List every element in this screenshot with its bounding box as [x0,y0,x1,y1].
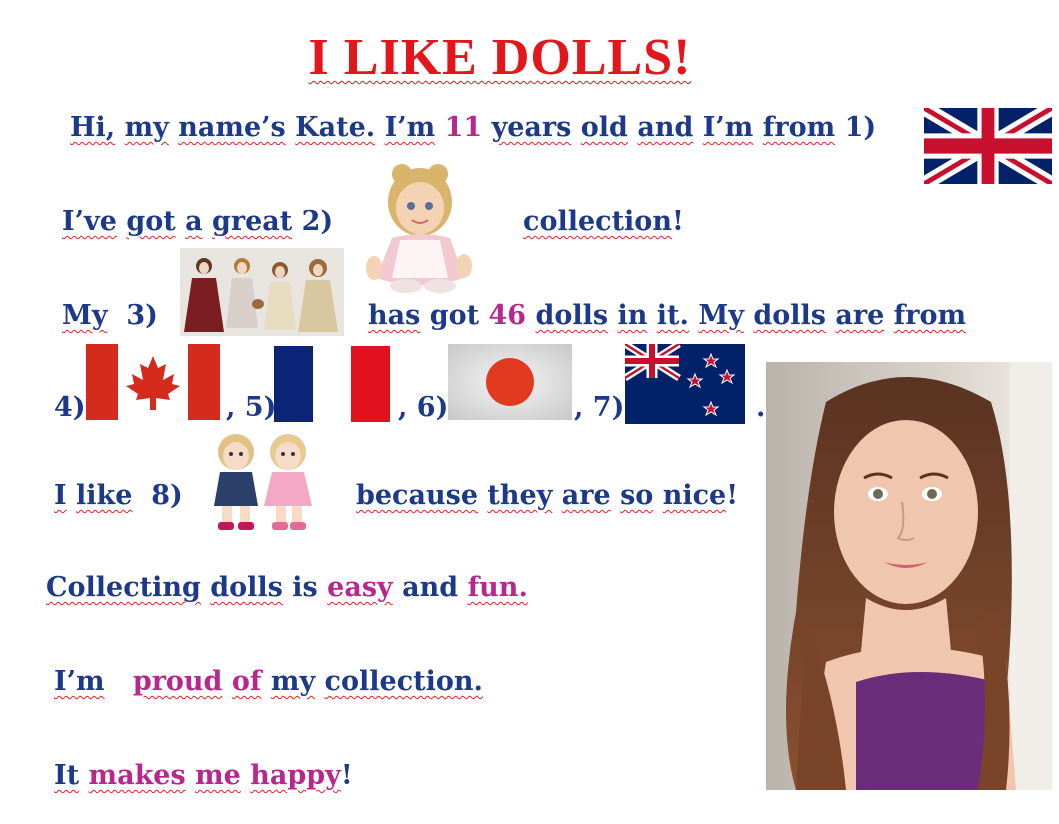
flag-label-6: , 6) [398,392,449,423]
flag-label-5: , 5) [226,392,277,423]
collection-line: I’ve got a great 2) [62,206,334,237]
flag-label-4: 4) [54,392,86,423]
collection-word: collection! [523,206,684,237]
antique-dolls-image [180,248,344,336]
japan-flag-icon [448,344,572,420]
dolls-count-line-b: has got 46 dolls in it. My dolls are fro… [368,300,967,331]
happy-line: It makes me happy! [54,760,353,791]
dolls-count-line-a: My 3) [62,300,158,331]
flag-line-end: . [756,392,766,423]
new-zealand-flag-icon [625,344,745,424]
page-title: I LIKE DOLLS! [308,29,692,86]
uk-flag-icon [924,108,1052,184]
france-flag-icon [274,346,390,422]
collecting-line: Collecting dolls is easy and fun. [46,572,528,603]
girl-photo [766,362,1052,790]
like-line-a: I like 8) [54,480,183,511]
proud-line: I’m proud of my collection. [54,666,483,697]
doll-image [352,160,482,295]
like-line-b: because they are so nice! [356,480,739,511]
flag-label-7: , 7) [574,392,625,423]
canada-flag-icon [86,344,220,420]
twin-dolls-image [200,428,324,540]
intro-line: Hi, my name’s Kate. I’m 11 years old and… [70,112,877,143]
